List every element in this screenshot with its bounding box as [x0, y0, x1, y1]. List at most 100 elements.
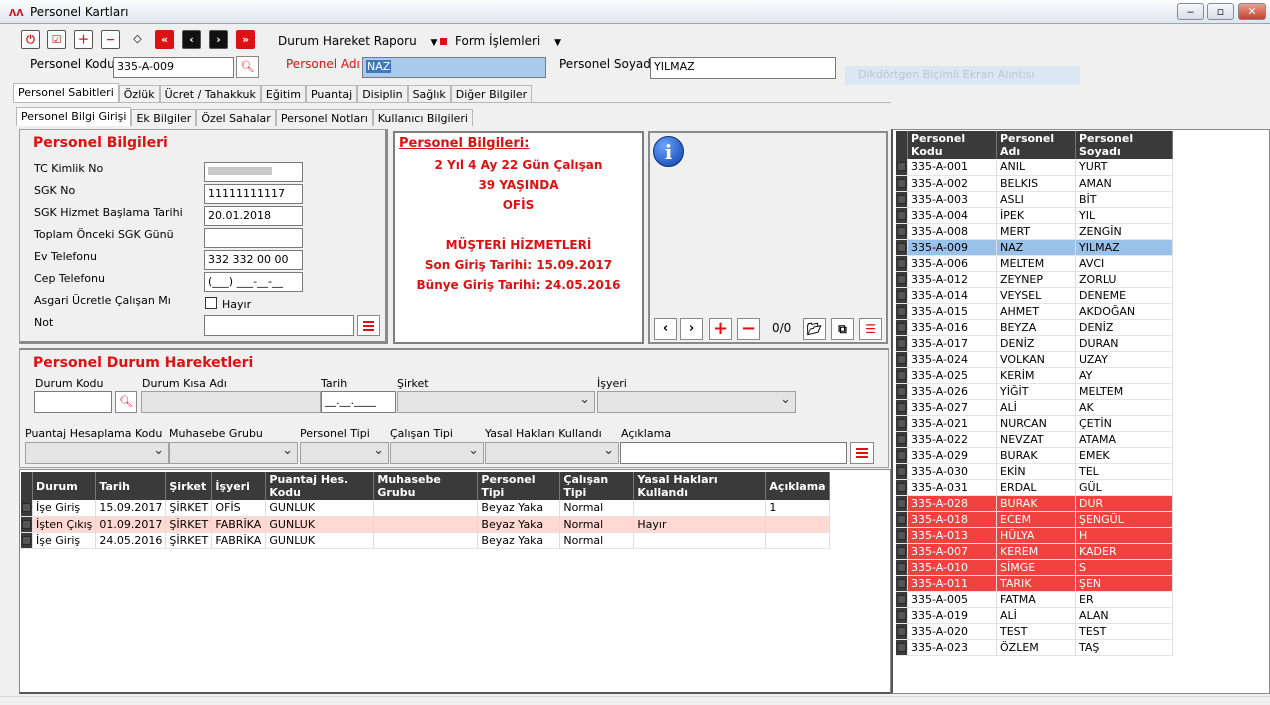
personel-list-row[interactable]: 335-A-019 ALİ ALAN	[896, 607, 1173, 624]
photo-external-icon[interactable]: ⧉	[831, 318, 854, 340]
personel-list-row[interactable]: 335-A-024 VOLKAN UZAY	[896, 351, 1173, 368]
personel-list-row[interactable]: 335-A-015 AHMET AKDOĞAN	[896, 303, 1173, 320]
delete-record-icon[interactable]: −	[101, 30, 120, 49]
list-col-header[interactable]: Personel Soyadı	[1075, 131, 1173, 159]
photo-add-icon[interactable]: +	[709, 318, 732, 340]
next-record-icon[interactable]: ›	[209, 30, 228, 49]
aciklama-list-button[interactable]	[850, 442, 874, 464]
sgk-no-input[interactable]: 11111111117	[204, 184, 303, 204]
personel-list-row[interactable]: 335-A-013 HÜLYA H	[896, 527, 1173, 544]
personel-list-row[interactable]: 335-A-014 VEYSEL DENEME	[896, 287, 1173, 304]
tab-3[interactable]: Eğitim	[260, 85, 306, 102]
tc-kimlik-input[interactable]	[204, 162, 303, 182]
personel-list-row[interactable]: 335-A-016 BEYZA DENİZ	[896, 319, 1173, 336]
durum-kisa-adi-input[interactable]	[141, 391, 321, 413]
tab-1[interactable]: Özlük	[118, 85, 160, 102]
hareket-col-header[interactable]: Şirket	[165, 472, 213, 500]
personel-list-row[interactable]: 335-A-007 KEREM KADER	[896, 543, 1173, 560]
personel-list-row[interactable]: 335-A-023 ÖZLEM TAŞ	[896, 639, 1173, 656]
durum-hareket-raporu-menu[interactable]: Durum Hareket Raporu ▼	[278, 34, 437, 48]
personel-list-row[interactable]: 335-A-021 NURCAN ÇETİN	[896, 415, 1173, 432]
personel-list-row[interactable]: 335-A-027 ALİ AK	[896, 399, 1173, 416]
prev-record-icon[interactable]: ‹	[182, 30, 201, 49]
aciklama-input[interactable]	[620, 442, 847, 464]
search-personel-icon[interactable]: 🔍︎	[236, 56, 259, 78]
list-col-header[interactable]: Personel Adı	[996, 131, 1076, 159]
subtab-2[interactable]: Özel Sahalar	[196, 109, 276, 126]
photo-next-button[interactable]: ›	[680, 318, 703, 340]
hareket-row[interactable]: İşe Giriş 15.09.2017 ŞİRKET OFİS GUNLUK Beyaz…	[21, 500, 830, 517]
tab-7[interactable]: Diğer Bilgiler	[450, 85, 533, 102]
personel-list-row[interactable]: 335-A-030 EKİN TEL	[896, 463, 1173, 480]
photo-open-folder-icon[interactable]: 📂︎	[803, 318, 826, 340]
personel-list-row[interactable]: 335-A-003 ASLI BİT	[896, 191, 1173, 208]
close-button[interactable]: ✕	[1238, 3, 1266, 20]
first-record-icon[interactable]: «	[155, 30, 174, 49]
personel-list-row[interactable]: 335-A-022 NEVZAT ATAMA	[896, 431, 1173, 448]
power-icon[interactable]: ⏻	[21, 30, 40, 49]
personel-list-row[interactable]: 335-A-012 ZEYNEP ZORLU	[896, 271, 1173, 288]
tab-6[interactable]: Sağlık	[407, 85, 451, 102]
cep-telefonu-input[interactable]: (___) ___-__-__	[204, 272, 303, 292]
eraser-icon[interactable]: ◇	[128, 30, 147, 49]
hareket-col-header[interactable]: Durum	[32, 472, 97, 500]
maximize-button[interactable]: ▫	[1207, 3, 1234, 20]
hareket-col-header[interactable]: Muhasebe Grubu	[373, 472, 479, 500]
personel-list-row[interactable]: 335-A-004 İPEK YIL	[896, 207, 1173, 224]
calisan-tipi-select[interactable]	[390, 442, 484, 464]
subtab-0[interactable]: Personel Bilgi Girişi	[16, 107, 132, 126]
not-input[interactable]	[204, 315, 354, 336]
durum-kodu-input[interactable]	[34, 391, 112, 413]
personel-soyadi-input[interactable]: YILMAZ	[650, 57, 836, 79]
list-col-header[interactable]: Personel Kodu	[907, 131, 997, 159]
personel-list-row[interactable]: 335-A-009 NAZ YILMAZ	[896, 239, 1173, 256]
form-islemleri-menu[interactable]: Form İşlemleri ▼	[455, 34, 561, 48]
personel-list-row[interactable]: 335-A-025 KERİM AY	[896, 367, 1173, 384]
personel-list-row[interactable]: 335-A-017 DENİZ DURAN	[896, 335, 1173, 352]
photo-list-icon[interactable]: ☰	[859, 318, 882, 340]
asgari-ucret-checkbox[interactable]	[205, 297, 217, 309]
last-record-icon[interactable]: »	[236, 30, 255, 49]
not-list-button[interactable]	[357, 315, 380, 336]
personel-list-row[interactable]: 335-A-006 MELTEM AVCI	[896, 255, 1173, 272]
info-icon[interactable]: i	[653, 136, 684, 167]
photo-prev-button[interactable]: ‹	[654, 318, 677, 340]
personel-list-row[interactable]: 335-A-031 ERDAL GÜL	[896, 479, 1173, 496]
subtab-1[interactable]: Ek Bilgiler	[131, 109, 197, 126]
subtab-3[interactable]: Personel Notları	[275, 109, 373, 126]
minimize-button[interactable]: ‒	[1177, 3, 1204, 20]
personel-list-row[interactable]: 335-A-028 BURAK DUR	[896, 495, 1173, 512]
checklist-icon[interactable]: ☑	[47, 30, 66, 49]
hareket-col-header[interactable]: Yasal Hakları Kullandı	[633, 472, 767, 500]
hareket-row[interactable]: İşten Çıkış 01.09.2017 ŞİRKET FABRİKA GUNLUK…	[21, 516, 830, 533]
personel-list-row[interactable]: 335-A-011 TARIK ŞEN	[896, 575, 1173, 592]
personel-list-row[interactable]: 335-A-001 ANIL YURT	[896, 159, 1173, 176]
hareket-row[interactable]: İşe Giriş 24.05.2016 ŞİRKET FABRİKA GUNLUK Be…	[21, 532, 830, 549]
sirket-select[interactable]	[397, 391, 595, 413]
hareket-col-header[interactable]: Personel Tipi	[477, 472, 561, 500]
ev-telefonu-input[interactable]: 332 332 00 00	[204, 250, 303, 270]
personel-list-row[interactable]: 335-A-002 BELKIS AMAN	[896, 175, 1173, 192]
tab-2[interactable]: Ücret / Tahakkuk	[159, 85, 261, 102]
tab-0[interactable]: Personel Sabitleri	[13, 83, 119, 102]
yasal-haklar-select[interactable]	[485, 442, 619, 464]
personel-adi-input[interactable]: NAZ	[362, 57, 546, 78]
personel-list-row[interactable]: 335-A-018 ECEM ŞENGÜL	[896, 511, 1173, 528]
durum-search-icon[interactable]: 🔍︎	[115, 391, 137, 413]
hareket-col-header[interactable]: Açıklama	[765, 472, 830, 500]
personel-list-row[interactable]: 335-A-010 SİMGE S	[896, 559, 1173, 576]
puantaj-kodu-select[interactable]	[25, 442, 169, 464]
hareket-col-header[interactable]: Tarih	[95, 472, 167, 500]
personel-list-row[interactable]: 335-A-029 BURAK EMEK	[896, 447, 1173, 464]
photo-remove-icon[interactable]: −	[737, 318, 760, 340]
hareket-col-header[interactable]: İşyeri	[211, 472, 267, 500]
tab-4[interactable]: Puantaj	[305, 85, 358, 102]
personel-list-row[interactable]: 335-A-026 YİĞİT MELTEM	[896, 383, 1173, 400]
sgk-hizmet-input[interactable]: 20.01.2018	[204, 206, 303, 226]
isyeri-select[interactable]	[597, 391, 796, 413]
hareket-col-header[interactable]: Çalışan Tipi	[559, 472, 635, 500]
muhasebe-grubu-select[interactable]	[169, 442, 298, 464]
personel-list-row[interactable]: 335-A-008 MERT ZENGİN	[896, 223, 1173, 240]
personel-kodu-input[interactable]: 335-A-009	[113, 57, 234, 78]
subtab-4[interactable]: Kullanıcı Bilgileri	[372, 109, 473, 126]
